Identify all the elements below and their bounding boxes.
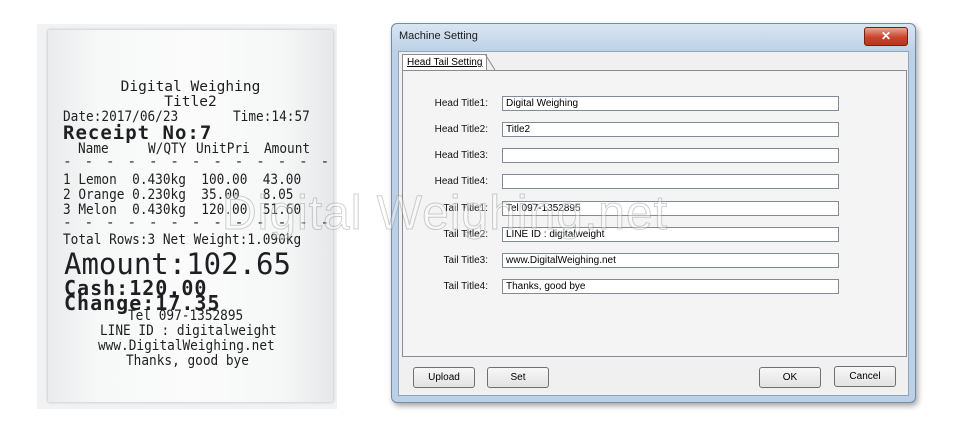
tab-edge-decoration [481, 54, 495, 70]
receipt-header-line2: Title2 [164, 94, 217, 110]
receipt-tail-line2: LINE ID : digitalweight [100, 323, 277, 339]
receipt-tail-line4: Thanks, good bye [126, 353, 249, 369]
tail-title2-input[interactable] [502, 227, 839, 242]
receipt-header-line1: Digital Weighing [120, 79, 261, 95]
head-title3-label: Head Title3: [434, 150, 488, 161]
tail-title1-label: Tail Title1: [443, 203, 488, 214]
receipt-item-row: 1 Lemon 0.430kg 100.00 43.00 [63, 172, 302, 188]
tail-title2-label: Tail Title2: [443, 229, 488, 240]
tab-panel: Head Title1: Head Title2: Head Title3: H… [402, 70, 907, 357]
head-title2-input[interactable] [502, 122, 839, 137]
window-client-area: Head Tail Setting Head Title1: Head Titl… [398, 51, 909, 396]
head-title1-input[interactable] [502, 96, 839, 111]
upload-button[interactable]: Upload [413, 367, 475, 388]
receipt-time: Time:14:57 [233, 109, 310, 125]
receipt-tail-line1: Tel 097-1352895 [128, 308, 244, 324]
tail-title3-input[interactable] [502, 253, 839, 268]
head-title4-label: Head Title4: [434, 176, 488, 187]
close-icon: ✕ [880, 29, 892, 43]
head-title3-input[interactable] [502, 148, 839, 163]
window-titlebar[interactable]: Machine Setting ✕ [392, 24, 915, 50]
head-title1-label: Head Title1: [434, 98, 488, 109]
machine-setting-window: Machine Setting ✕ Head Tail Setting Head… [391, 23, 916, 403]
head-title2-label: Head Title2: [434, 124, 488, 135]
tab-head-tail-setting[interactable]: Head Tail Setting [402, 54, 488, 70]
receipt-divider-bottom: - - - - - - - - - - - - - [63, 215, 332, 231]
head-title4-input[interactable] [502, 174, 839, 189]
receipt-paper: Digital Weighing Title2 Date:2017/06/23 … [48, 30, 333, 402]
receipt-total-rows: Total Rows:3 Net Weight:1.090kg [63, 232, 302, 248]
tail-title3-label: Tail Title3: [443, 255, 488, 266]
tab-label-part1: Head [407, 57, 431, 68]
tail-title4-input[interactable] [502, 279, 839, 294]
tab-label-part2: Tail Setting [433, 57, 483, 68]
receipt-amount: Amount:102.65 [64, 247, 291, 281]
receipt-tail-line3: www.DigitalWeighing.net [98, 338, 275, 354]
close-button[interactable]: ✕ [864, 27, 908, 46]
window-title: Machine Setting [399, 30, 478, 42]
set-button[interactable]: Set [487, 367, 549, 388]
receipt-item-row: 2 Orange 0.230kg 35.00 8.05 [63, 187, 294, 203]
receipt-divider-top: - - - - - - - - - - - - - [63, 154, 332, 170]
tail-title1-input[interactable] [502, 201, 839, 216]
cancel-button[interactable]: Cancel [834, 366, 896, 387]
tail-title4-label: Tail Title4: [443, 281, 488, 292]
ok-button[interactable]: OK [759, 367, 821, 388]
